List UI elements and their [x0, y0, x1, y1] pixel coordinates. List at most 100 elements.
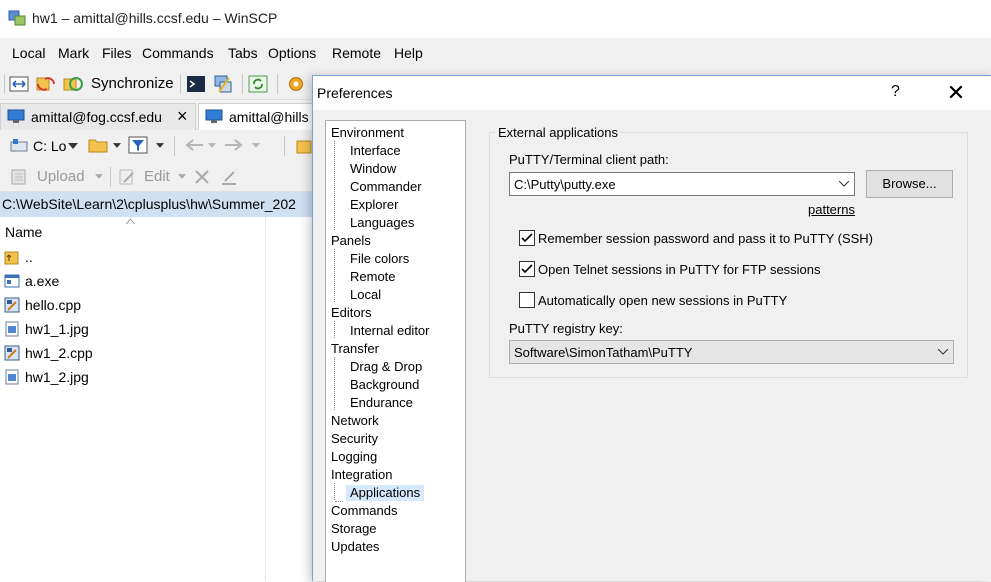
menu-files[interactable]: Files	[102, 45, 132, 61]
chevron-down-icon[interactable]	[208, 143, 216, 148]
tree-item-local[interactable]: Local	[350, 287, 381, 303]
tree-item-interface[interactable]: Interface	[350, 143, 401, 159]
browse-button[interactable]: Browse...	[866, 170, 953, 198]
open-folder-icon[interactable]	[88, 136, 108, 154]
auto-open-putty-checkbox[interactable]	[519, 292, 535, 308]
dialog-title-bar: Preferences ? ✕	[313, 76, 991, 110]
delete-icon[interactable]	[194, 169, 210, 185]
menu-options[interactable]: Options	[268, 45, 316, 61]
upload-icon[interactable]	[10, 168, 28, 186]
parent-folder-icon	[4, 251, 19, 265]
tree-item-languages[interactable]: Languages	[350, 215, 414, 231]
monitor-icon	[205, 109, 223, 123]
tree-item-environment[interactable]: Environment	[331, 125, 404, 141]
preferences-gear-icon[interactable]	[286, 74, 306, 94]
tree-item-explorer[interactable]: Explorer	[350, 197, 398, 213]
console-icon[interactable]	[186, 74, 206, 94]
upload-button[interactable]: Upload	[37, 168, 85, 185]
tree-item-storage[interactable]: Storage	[331, 521, 377, 537]
file-name: a.exe	[25, 273, 60, 289]
menu-commands[interactable]: Commands	[142, 45, 214, 61]
tab-label: amittal@fog.ccsf.edu	[31, 109, 162, 125]
forward-arrow-icon[interactable]	[224, 138, 244, 152]
tree-item-applications[interactable]: Applications	[346, 485, 425, 501]
telnet-putty-label[interactable]: Open Telnet sessions in PuTTY for FTP se…	[538, 262, 821, 277]
drive-icon	[10, 139, 28, 152]
file-name: ..	[25, 249, 33, 265]
patterns-link[interactable]: patterns	[808, 202, 855, 217]
remember-password-label[interactable]: Remember session password and pass it to…	[538, 231, 873, 246]
putty-path-combo[interactable]: C:\Putty\putty.exe	[509, 172, 855, 196]
telnet-putty-checkbox[interactable]	[519, 261, 535, 277]
synchronize-browsing-icon[interactable]	[36, 74, 56, 94]
menu-help[interactable]: Help	[394, 45, 423, 61]
chevron-down-icon[interactable]	[113, 143, 121, 148]
cpp-file-icon	[4, 297, 20, 313]
synchronize-icon[interactable]	[63, 74, 83, 94]
registry-key-combo[interactable]: Software\SimonTatham\PuTTY	[509, 340, 954, 364]
compare-directories-icon[interactable]	[9, 74, 29, 94]
tree-item-internal-editor[interactable]: Internal editor	[350, 323, 430, 339]
jpg-file-icon	[5, 321, 19, 337]
chevron-down-icon[interactable]	[938, 349, 948, 355]
tree-item-logging[interactable]: Logging	[331, 449, 377, 465]
menu-remote[interactable]: Remote	[332, 45, 381, 61]
drive-select[interactable]: C: Lo	[33, 138, 66, 154]
tree-item-editors[interactable]: Editors	[331, 305, 371, 321]
tree-item-updates[interactable]: Updates	[331, 539, 379, 555]
filter-icon[interactable]	[128, 136, 148, 154]
chevron-down-icon[interactable]	[839, 181, 849, 187]
tab-hills-session[interactable]: amittal@hills	[198, 103, 328, 130]
tree-item-background[interactable]: Background	[350, 377, 419, 393]
registry-key-value: Software\SimonTatham\PuTTY	[514, 345, 693, 360]
checkmark-icon	[521, 264, 533, 274]
putty-icon[interactable]	[213, 74, 233, 94]
tree-item-window[interactable]: Window	[350, 161, 396, 177]
jpg-file-icon	[5, 369, 19, 385]
chevron-down-icon[interactable]	[178, 174, 186, 179]
parent-directory-icon[interactable]	[296, 138, 312, 154]
putty-path-value: C:\Putty\putty.exe	[514, 177, 616, 192]
tree-item-file-colors[interactable]: File colors	[350, 251, 409, 267]
menu-local[interactable]: Local	[12, 45, 45, 61]
chevron-down-icon[interactable]	[252, 143, 260, 148]
rename-icon[interactable]	[220, 168, 238, 186]
tree-item-integration[interactable]: Integration	[331, 467, 392, 483]
column-header-name[interactable]: Name	[5, 224, 42, 240]
synchronize-button[interactable]: Synchronize	[91, 75, 174, 92]
tree-item-endurance[interactable]: Endurance	[350, 395, 413, 411]
menu-mark[interactable]: Mark	[58, 45, 89, 61]
chevron-down-icon[interactable]	[156, 143, 164, 148]
close-button[interactable]: ✕	[941, 80, 971, 106]
exe-file-icon	[4, 274, 20, 288]
back-arrow-icon[interactable]	[184, 138, 204, 152]
title-bar: hw1 – amittal@hills.ccsf.edu – WinSCP	[0, 0, 991, 38]
tree-item-panels[interactable]: Panels	[331, 233, 371, 249]
tree-item-remote[interactable]: Remote	[350, 269, 396, 285]
local-path: C:\WebSite\Learn\2\cplusplus\hw\Summer_2…	[2, 196, 296, 212]
menu-tabs[interactable]: Tabs	[228, 45, 258, 61]
preferences-tree: Environment Interface Window Commander E…	[325, 120, 466, 582]
cpp-file-icon	[4, 345, 20, 361]
sort-ascending-icon	[126, 219, 135, 224]
remember-password-checkbox[interactable]	[519, 230, 535, 246]
chevron-down-icon[interactable]	[68, 143, 78, 149]
help-button[interactable]: ?	[891, 83, 900, 101]
refresh-icon[interactable]	[248, 74, 268, 94]
tree-item-security[interactable]: Security	[331, 431, 378, 447]
chevron-down-icon[interactable]	[95, 174, 103, 179]
file-name: hw1_2.jpg	[25, 369, 89, 385]
group-title: External applications	[496, 125, 620, 140]
file-name: hello.cpp	[25, 297, 82, 313]
edit-icon[interactable]	[118, 168, 136, 186]
tab-fog-session[interactable]: amittal@fog.ccsf.edu ×	[0, 103, 196, 130]
tree-item-network[interactable]: Network	[331, 413, 379, 429]
preferences-dialog: Preferences ? ✕ Environment Interface Wi…	[312, 75, 991, 582]
tree-item-transfer[interactable]: Transfer	[331, 341, 379, 357]
edit-button[interactable]: Edit	[144, 168, 170, 185]
tab-close-icon[interactable]: ×	[177, 106, 188, 127]
tree-item-commands[interactable]: Commands	[331, 503, 397, 519]
tree-item-commander[interactable]: Commander	[350, 179, 422, 195]
auto-open-putty-label[interactable]: Automatically open new sessions in PuTTY	[538, 293, 787, 308]
tree-item-drag-drop[interactable]: Drag & Drop	[350, 359, 422, 375]
